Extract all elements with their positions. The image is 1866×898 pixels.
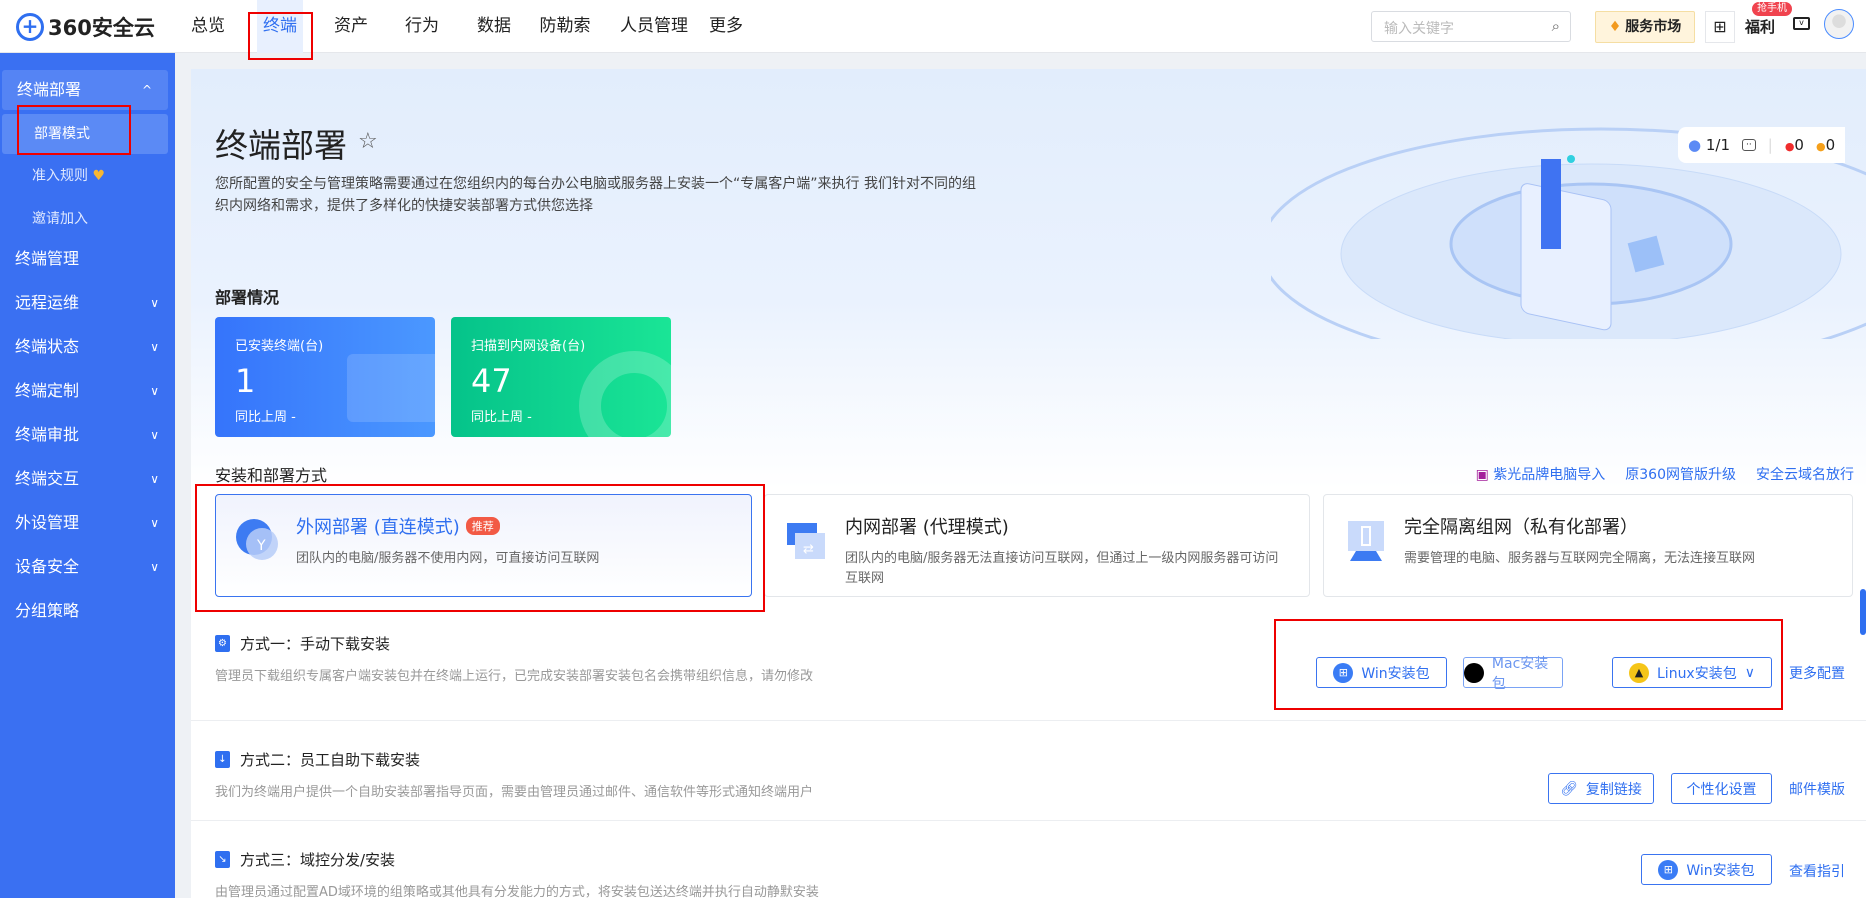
svg-text:⇄: ⇄ xyxy=(803,542,814,557)
nav-data[interactable]: 数据 xyxy=(471,0,517,53)
logo[interactable]: +360安全云 xyxy=(16,12,155,42)
sidebar-item-approval[interactable]: 终端审批 ∨ xyxy=(0,415,175,455)
installed-card[interactable]: 已安装终端(台) 1 同比上周 - xyxy=(215,317,435,437)
mode-direct[interactable]: Y 外网部署 (直连模式) 推荐 团队内的电脑/服务器不使用内网，可直接访问互联网 xyxy=(215,494,752,597)
linux-package-dropdown[interactable]: ▲ Linux安装包 ∨ xyxy=(1612,657,1772,688)
chevron-up-icon: ^ xyxy=(141,83,152,97)
sidebar-item-remote[interactable]: 远程运维 ∨ xyxy=(0,283,175,323)
install-icon: ⚙ xyxy=(215,635,230,652)
chevron-down-icon: ∨ xyxy=(150,296,159,310)
nav-people[interactable]: 人员管理 xyxy=(614,0,694,53)
methods-heading: 安装和部署方式 xyxy=(215,466,328,485)
welfare-badge: 抢手机 xyxy=(1752,2,1792,16)
chevron-down-icon: ∨ xyxy=(150,428,159,442)
linux-penguin-icon: ▲ xyxy=(1629,662,1649,683)
chevron-down-icon: ∨ xyxy=(1744,664,1755,681)
methods-links: ▣ 紫光品牌电脑导入 原360网管版升级 安全云域名放行 xyxy=(1476,464,1854,484)
hero-banner xyxy=(191,69,1866,489)
chevron-down-icon: ∨ xyxy=(150,560,159,574)
personalize-button[interactable]: 个性化设置 xyxy=(1671,773,1772,804)
nav-ransomware[interactable]: 防勒索 xyxy=(534,0,597,53)
search-input[interactable]: 输入关键字 ⌕ xyxy=(1371,11,1571,42)
mode-proxy[interactable]: ⇄ 内网部署 (代理模式) 团队内的电脑/服务器无法直接访问互联网，但通过上一级… xyxy=(764,494,1310,597)
star-icon[interactable]: ☆ xyxy=(358,129,378,154)
sidebar-item-group-policy[interactable]: 分组策略 xyxy=(0,591,175,631)
stats-chip[interactable]: ● 1/1 ·· | ●0 ●0 xyxy=(1678,127,1846,163)
isolated-network-icon xyxy=(1348,521,1384,561)
direct-network-icon: Y xyxy=(236,519,278,560)
view-guide-link[interactable]: 查看指引 xyxy=(1789,861,1845,881)
scrollbar[interactable] xyxy=(1860,589,1866,635)
sidebar-item-interact[interactable]: 终端交互 ∨ xyxy=(0,459,175,499)
orange-stat: ●0 xyxy=(1815,136,1836,154)
win-package-button[interactable]: ⊞ Win安装包 xyxy=(1641,854,1772,885)
vip-icon: ♥ xyxy=(92,168,106,184)
sidebar-item-access-rules[interactable]: 准入规则 ♥ xyxy=(0,156,175,196)
mail-icon[interactable]: v xyxy=(1793,17,1810,30)
service-market-button[interactable]: ♦ 服务市场 xyxy=(1595,11,1695,43)
unis-import-link[interactable]: ▣ 紫光品牌电脑导入 xyxy=(1476,464,1606,484)
sidebar-item-manage[interactable]: 终端管理 xyxy=(0,239,175,279)
apple-icon xyxy=(1464,662,1484,683)
welfare-link[interactable]: 福利 xyxy=(1745,16,1775,37)
sidebar-item-deploy-mode[interactable]: 部署模式 xyxy=(2,114,168,154)
chevron-down-icon: ∨ xyxy=(150,472,159,486)
logo-icon: + xyxy=(16,13,44,41)
search-icon[interactable]: ⌕ xyxy=(1552,17,1560,35)
win-package-button[interactable]: ⊞ Win安装包 xyxy=(1316,657,1447,688)
sidebar-item-status[interactable]: 终端状态 ∨ xyxy=(0,327,175,367)
sidebar-item-invite[interactable]: 邀请加入 xyxy=(0,199,175,239)
link-icon: 🔗︎ xyxy=(1560,780,1578,797)
chevron-down-icon: ∨ xyxy=(150,340,159,354)
svg-text:Y: Y xyxy=(256,538,266,554)
sidebar-item-deploy[interactable]: 终端部署 ^ xyxy=(2,70,168,110)
progress-icon: ● xyxy=(1688,136,1702,154)
windows-icon: ⊞ xyxy=(1333,662,1354,683)
sidebar-item-device-security[interactable]: 设备安全 ∨ xyxy=(0,547,175,587)
unis-icon: ▣ xyxy=(1475,467,1489,483)
sidebar-item-peripheral[interactable]: 外设管理 ∨ xyxy=(0,503,175,543)
mode-isolated[interactable]: 完全隔离组网（私有化部署） 需要管理的电脑、服务器与互联网完全隔离，无法连接互联… xyxy=(1323,494,1853,597)
download-icon: ↓ xyxy=(215,751,230,768)
monitor-decoration xyxy=(347,354,435,422)
progress-stat: ● 1/1 xyxy=(1688,136,1731,154)
nav-more[interactable]: 更多 xyxy=(703,0,749,53)
nav-behavior[interactable]: 行为 xyxy=(399,0,445,53)
sidebar: 终端部署 ^ 部署模式 准入规则 ♥ 邀请加入 终端管理 远程运维 ∨ 终端状态 ∨ … xyxy=(0,53,175,898)
chat-icon: ·· xyxy=(1742,139,1756,151)
recommended-tag: 推荐 xyxy=(465,517,500,535)
page-description: 您所配置的安全与管理策略需要通过在您组织内的每台办公电脑或服务器上安装一个“专属… xyxy=(215,176,976,214)
scanned-card[interactable]: 扫描到内网设备(台) 47 同比上周 - xyxy=(451,317,671,437)
red-stat: ●0 xyxy=(1784,136,1804,154)
apps-grid-icon[interactable]: ⊞ xyxy=(1705,11,1735,43)
mac-package-button[interactable]: Mac安装包 xyxy=(1463,656,1563,692)
nav-assets[interactable]: 资产 xyxy=(328,0,374,53)
more-config-link[interactable]: 更多配置 xyxy=(1789,663,1845,683)
hero-illustration xyxy=(1271,127,1866,339)
avatar[interactable] xyxy=(1824,9,1854,39)
chevron-down-icon: ∨ xyxy=(150,516,159,530)
way-self-service: ↓ 方式二：员工自助下载安装 我们为终端用户提供一个自助安装部署指导页面，需要由管… xyxy=(191,721,1866,821)
way-manual: ⚙ 方式一：手动下载安装 管理员下载组织专属客户端安装包并在终端上运行，已完成安装… xyxy=(191,621,1866,721)
copy-link-button[interactable]: 🔗︎ 复制链接 xyxy=(1548,773,1654,804)
nav-endpoint[interactable]: 终端 xyxy=(257,0,303,53)
top-bar: +360安全云 总览 终端 资产 行为 数据 防勒索 人员管理 更多 输入关键字… xyxy=(0,0,1866,53)
way-domain: ↘ 方式三：域控分发/安装 由管理员通过配置AD域环境的组策略或其他具有分发能力的… xyxy=(215,851,1845,898)
sidebar-item-custom[interactable]: 终端定制 ∨ xyxy=(0,371,175,411)
upgrade-link[interactable]: 原360网管版升级 xyxy=(1625,464,1736,484)
windows-icon: ⊞ xyxy=(1658,859,1679,880)
main-panel: 终端部署 ☆ 您所配置的安全与管理策略需要通过在您组织内的每台办公电脑或服务器上… xyxy=(191,69,1866,898)
chevron-down-icon: ∨ xyxy=(150,384,159,398)
proxy-network-icon: ⇄ xyxy=(787,523,825,559)
deploy-icon: ↘ xyxy=(215,851,230,868)
domain-whitelist-link[interactable]: 安全云域名放行 xyxy=(1756,464,1854,484)
diamond-icon: ♦ xyxy=(1608,19,1622,35)
email-template-link[interactable]: 邮件模版 xyxy=(1789,779,1845,799)
page-title: 终端部署 xyxy=(215,126,347,165)
nav-overview[interactable]: 总览 xyxy=(185,0,231,53)
status-heading: 部署情况 xyxy=(215,288,280,307)
